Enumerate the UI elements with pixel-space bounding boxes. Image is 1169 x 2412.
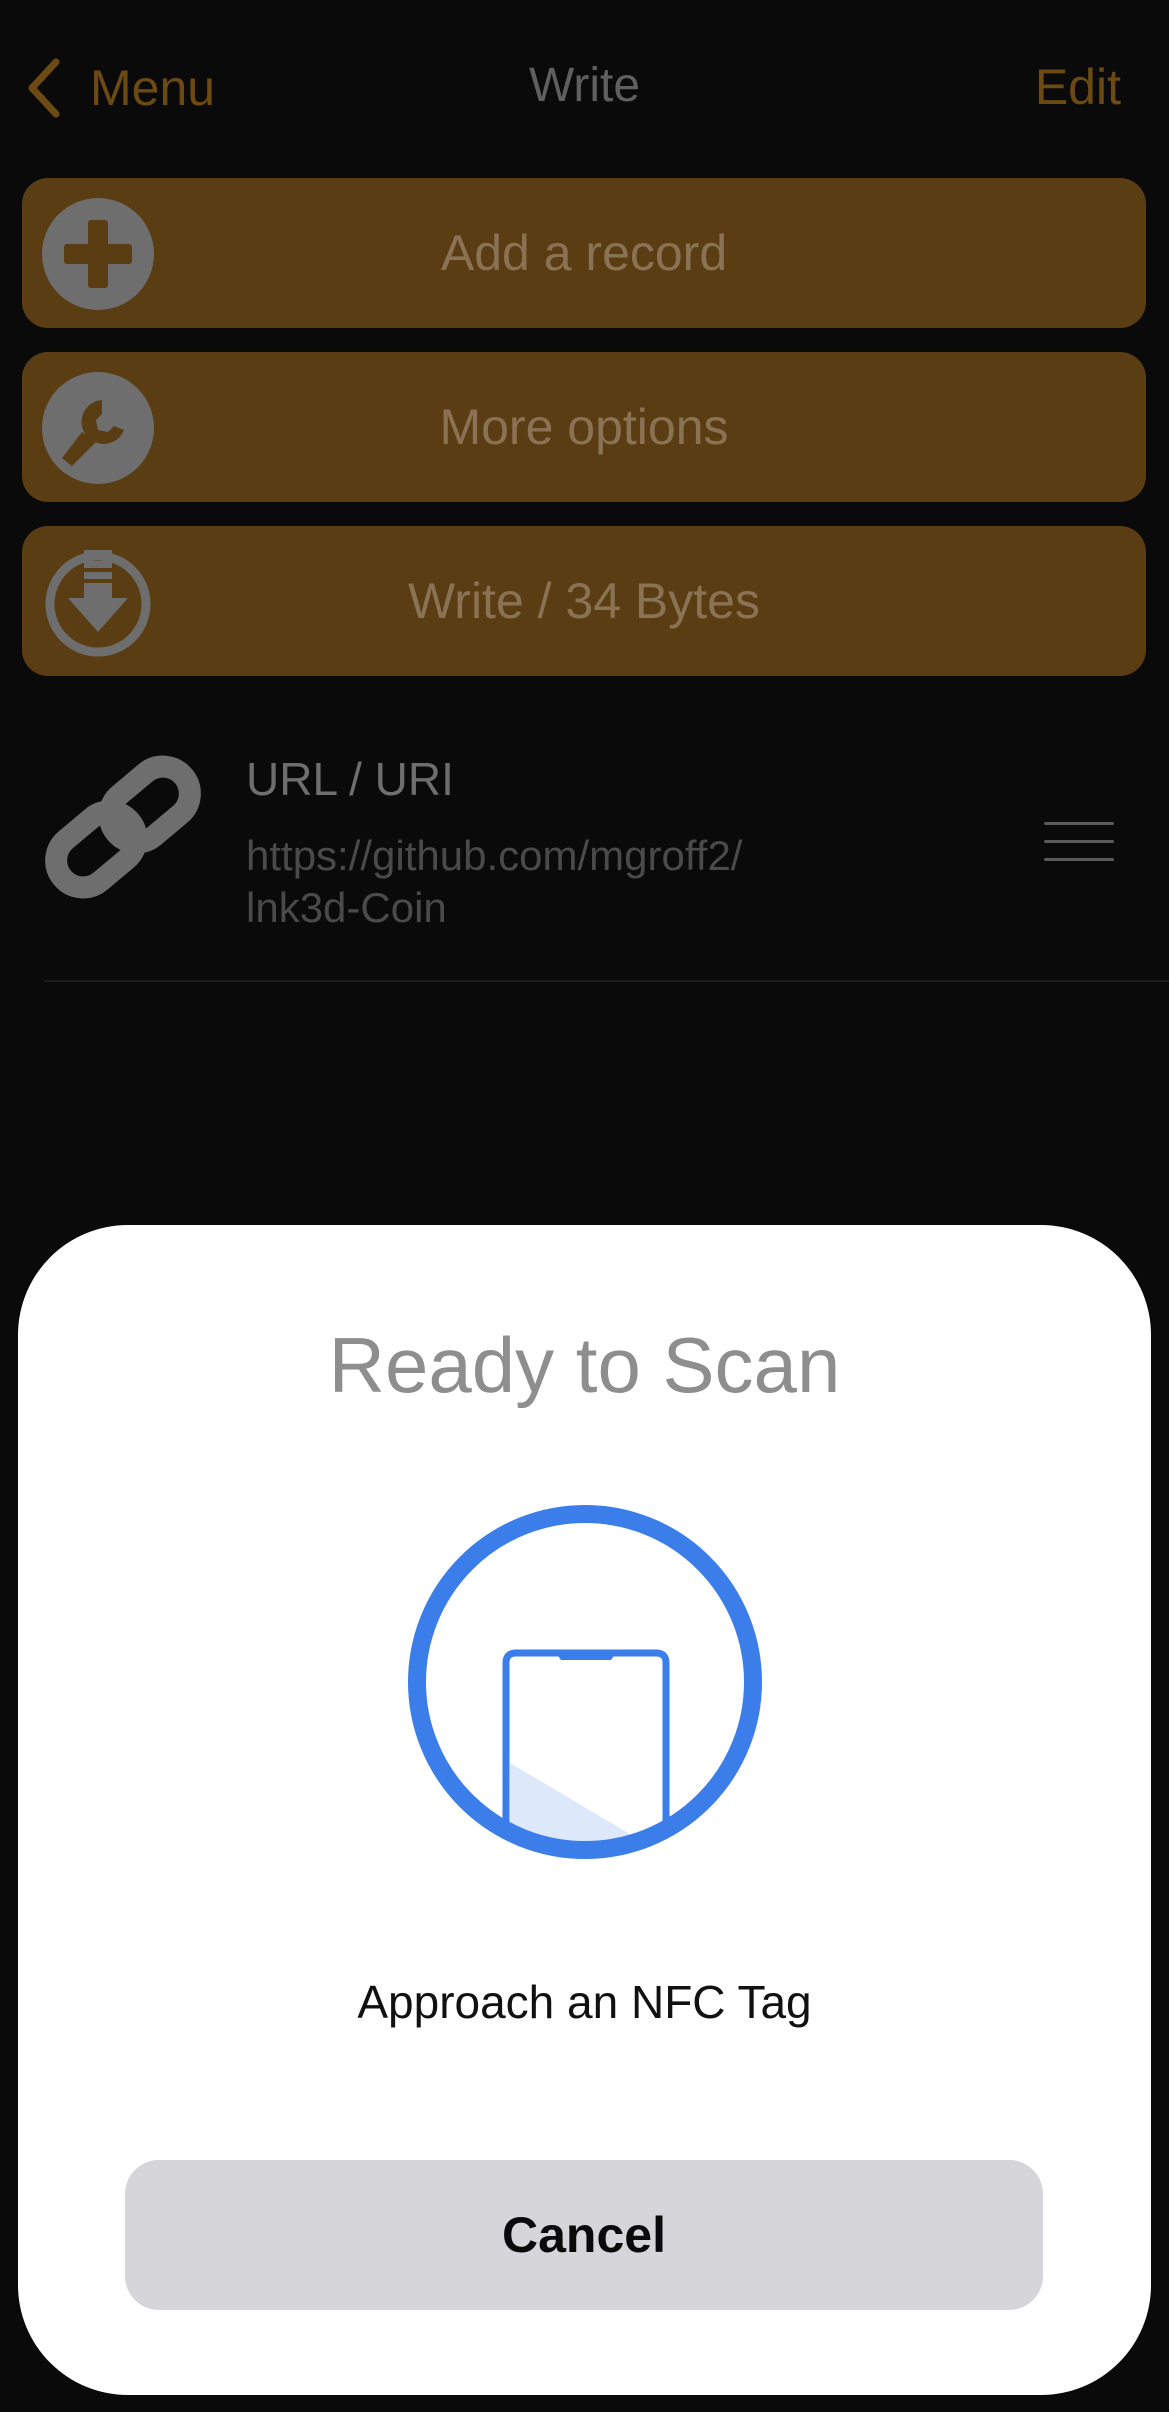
record-value-line-1: https://github.com/mgroff2/ <box>246 832 743 879</box>
more-options-button[interactable]: More options <box>22 352 1146 502</box>
navigation-bar: Menu Write Edit <box>0 0 1169 175</box>
wrench-circle-icon <box>42 372 154 484</box>
download-circle-icon <box>45 550 151 657</box>
plus-circle-icon <box>42 198 154 310</box>
record-value-line-2: lnk3d-Coin <box>246 884 447 931</box>
edit-button[interactable]: Edit <box>1035 58 1121 116</box>
phone-scan-icon <box>408 1505 762 1859</box>
page-title: Write <box>528 59 641 112</box>
write-screen: Menu Write Edit Add a record More option… <box>0 0 1169 2412</box>
record-type-label: URL / URI <box>246 753 454 805</box>
write-button[interactable]: Write / 34 Bytes <box>22 526 1146 676</box>
nfc-scan-sheet: Ready to Scan Approach an NFC Tag Cancel <box>18 1225 1151 2395</box>
add-record-label: Add a record <box>440 225 728 281</box>
sheet-title: Ready to Scan <box>328 1321 841 1409</box>
link-icon <box>45 755 201 899</box>
reorder-handle-icon[interactable] <box>1044 822 1114 866</box>
add-record-button[interactable]: Add a record <box>22 178 1146 328</box>
record-row-url[interactable]: URL / URI https://github.com/mgroff2/ ln… <box>0 722 1169 982</box>
scan-instruction: Approach an NFC Tag <box>357 1976 812 2028</box>
row-divider <box>44 980 1169 982</box>
more-options-label: More options <box>439 399 729 455</box>
record-value: https://github.com/mgroff2/ lnk3d-Coin <box>246 830 846 934</box>
write-label: Write / 34 Bytes <box>408 573 760 629</box>
cancel-button[interactable]: Cancel <box>125 2160 1043 2310</box>
